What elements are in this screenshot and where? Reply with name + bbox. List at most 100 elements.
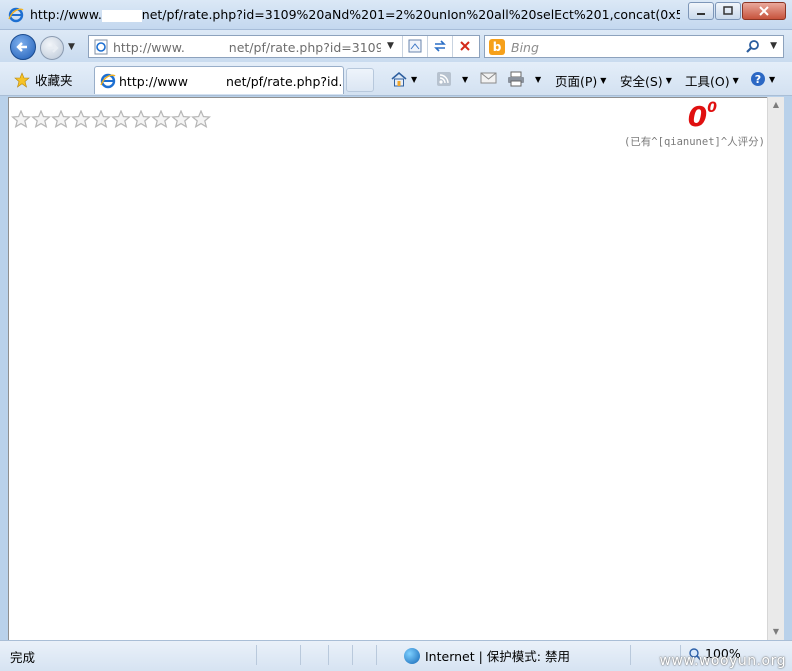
vertical-scrollbar[interactable]: ▲ ▼ [767, 97, 784, 640]
search-input[interactable]: Bing [511, 40, 539, 55]
security-zone[interactable]: Internet | 保护模式: 禁用 [404, 646, 570, 665]
score-number: 0 [687, 100, 708, 133]
status-text: 完成 [10, 650, 36, 665]
rating-star-icon[interactable] [191, 110, 211, 128]
safety-menu-label: 安全(S) [620, 74, 663, 89]
score-superscript: 0 [707, 100, 717, 116]
divider [256, 645, 257, 665]
mail-button[interactable] [480, 71, 498, 85]
compatibility-view-button[interactable] [405, 38, 425, 56]
scroll-up-arrow-icon[interactable]: ▲ [768, 97, 784, 113]
recent-pages-dropdown[interactable]: ▼ [68, 42, 75, 52]
home-button[interactable]: ▼ [390, 71, 417, 87]
address-toolbar: ▼ http://www. net/pf/rate.php?id=3109%2 ▼… [0, 30, 792, 62]
arrow-right-icon [48, 43, 59, 53]
help-dropdown[interactable]: ▼ [769, 75, 775, 84]
url-suffix: net/pf/rate.php?id=3109%2 [228, 40, 381, 55]
window-title-suffix: net/pf/rate.php?id=3109%20aNd%201=2%20un… [141, 7, 680, 22]
title-bar: http://www. net/pf/rate.php?id=3109%20aNd… [0, 0, 792, 30]
rating-star-icon[interactable] [111, 110, 131, 128]
tab-current-page[interactable]: http://www net/pf/rate.php?id... [94, 66, 344, 94]
tools-menu[interactable]: 工具(O) ▼ [685, 71, 739, 90]
tools-menu-label: 工具(O) [685, 74, 730, 89]
help-button[interactable]: ? ▼ [750, 71, 775, 87]
tab-title-suffix: net/pf/rate.php?id... [225, 74, 341, 89]
stop-button[interactable] [455, 38, 475, 56]
rss-feed-icon [437, 72, 451, 86]
divider [352, 645, 353, 665]
print-dropdown[interactable]: ▼ [535, 75, 541, 84]
watermark-text: www.wooyun.org [659, 653, 786, 669]
close-icon [759, 6, 769, 16]
scroll-down-arrow-icon[interactable]: ▼ [768, 624, 784, 640]
window-title: http://www. net/pf/rate.php?id=3109%20aNd… [30, 7, 680, 22]
divider [300, 645, 301, 665]
chevron-down-icon: ▼ [665, 76, 672, 85]
tab-title-prefix: http://www [119, 74, 188, 89]
search-provider-dropdown[interactable]: ▼ [770, 41, 777, 51]
ie-logo-icon [8, 7, 24, 23]
compat-view-icon [408, 39, 422, 53]
print-button[interactable]: ▼ [507, 71, 541, 87]
home-dropdown[interactable]: ▼ [411, 75, 417, 84]
zone-label: Internet | 保护模式: 禁用 [425, 649, 570, 664]
home-icon [391, 71, 407, 87]
arrow-left-icon [16, 42, 27, 52]
back-button[interactable] [10, 34, 36, 60]
chevron-down-icon: ▼ [732, 76, 739, 85]
status-bar: 完成 Internet | 保护模式: 禁用 100% www.wooyun.o… [0, 640, 792, 671]
ie-page-icon [100, 73, 116, 89]
feeds-button[interactable]: ▼ [436, 71, 468, 87]
rating-star-icon[interactable] [31, 110, 51, 128]
divider [402, 36, 403, 57]
divider [427, 36, 428, 57]
favorites-button[interactable]: 收藏夹 [14, 70, 73, 89]
tab-title: http://www net/pf/rate.php?id... [119, 74, 341, 89]
url-text[interactable]: http://www. net/pf/rate.php?id=3109%2 [113, 40, 381, 55]
rating-star-icon[interactable] [51, 110, 71, 128]
rating-star-icon[interactable] [11, 110, 31, 128]
page-icon [94, 39, 108, 55]
maximize-icon [723, 6, 733, 15]
search-box[interactable]: b Bing ▼ [484, 35, 784, 58]
address-bar[interactable]: http://www. net/pf/rate.php?id=3109%2 ▼ [88, 35, 480, 58]
forward-button[interactable] [40, 36, 64, 60]
score-value: 00 [688, 100, 717, 133]
rating-star-icon[interactable] [91, 110, 111, 128]
redacted-domain [101, 9, 142, 22]
page-menu-label: 页面(P) [555, 74, 598, 89]
rating-star-icon[interactable] [151, 110, 171, 128]
chevron-down-icon: ▼ [600, 76, 607, 85]
safety-menu[interactable]: 安全(S) ▼ [620, 71, 672, 90]
new-tab-button[interactable] [346, 68, 374, 92]
favorites-label: 收藏夹 [35, 73, 73, 88]
help-icon: ? [751, 72, 765, 86]
rating-count-text: (已有^[qianunet]^人评分) [623, 136, 765, 148]
redacted-domain [184, 42, 229, 55]
rating-star-icon[interactable] [71, 110, 91, 128]
search-icon[interactable] [745, 39, 761, 55]
refresh-button[interactable] [430, 38, 450, 56]
address-dropdown[interactable]: ▼ [387, 41, 394, 51]
star-favorites-icon [14, 71, 30, 88]
maximize-button[interactable] [715, 2, 741, 20]
mail-icon [480, 72, 497, 84]
rating-star-icon[interactable] [131, 110, 151, 128]
printer-icon [508, 71, 524, 87]
rating-star-icon[interactable] [171, 110, 191, 128]
refresh-icon [434, 40, 446, 52]
globe-icon [404, 647, 420, 664]
minimize-button[interactable] [688, 2, 714, 20]
svg-text:?: ? [755, 73, 761, 86]
feeds-dropdown[interactable]: ▼ [462, 75, 468, 84]
window-controls [687, 2, 786, 20]
divider [630, 645, 631, 665]
page-menu[interactable]: 页面(P) ▼ [555, 71, 606, 90]
close-window-button[interactable] [742, 2, 786, 20]
rating-stars [11, 110, 211, 128]
stop-x-icon [460, 41, 470, 51]
minimize-icon [697, 13, 705, 15]
window-title-prefix: http://www. [30, 7, 102, 22]
divider [328, 645, 329, 665]
divider [376, 645, 377, 665]
